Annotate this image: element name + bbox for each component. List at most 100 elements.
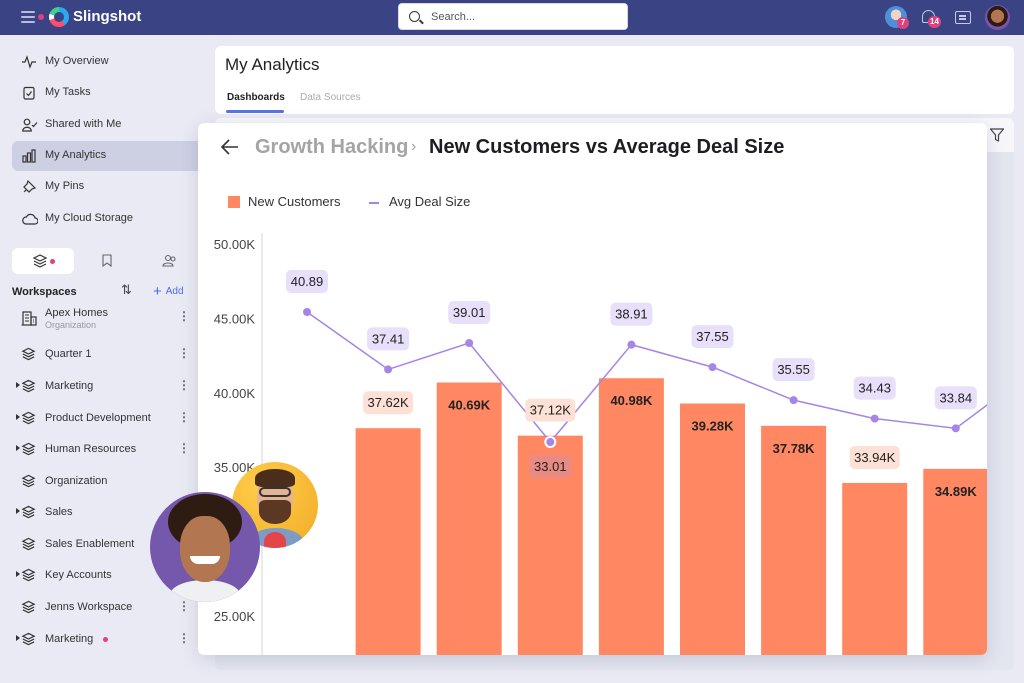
line-data-label: 35.55 bbox=[777, 362, 810, 377]
sidebar-item-label: My Tasks bbox=[45, 86, 91, 98]
point-avg-deal-size[interactable] bbox=[870, 414, 879, 423]
segment-people[interactable] bbox=[139, 248, 201, 274]
expand-caret-icon[interactable] bbox=[16, 414, 20, 420]
workspace-item-human-resources[interactable]: Human Resources ⋮ bbox=[0, 435, 200, 465]
sort-icon[interactable]: ⇅ bbox=[121, 282, 132, 298]
menu-icon[interactable] bbox=[21, 11, 35, 23]
y-tick-label: 40.00K bbox=[214, 386, 256, 401]
bar-new-customers[interactable] bbox=[761, 425, 827, 655]
workspaces-heading: Workspaces bbox=[12, 286, 77, 298]
cloud-icon bbox=[22, 212, 39, 226]
search-input[interactable]: Search... bbox=[398, 3, 628, 30]
line-data-label: 38.91 bbox=[615, 307, 648, 322]
layers-icon bbox=[21, 632, 36, 647]
more-options-icon[interactable]: ⋮ bbox=[178, 441, 190, 455]
tab-dashboards[interactable]: Dashboards bbox=[227, 92, 285, 103]
point-avg-deal-size[interactable] bbox=[627, 340, 636, 349]
workspace-label: Sales bbox=[45, 506, 73, 518]
workspace-item-quarter-1[interactable]: Quarter 1 ⋮ bbox=[0, 340, 200, 370]
more-options-icon[interactable]: ⋮ bbox=[178, 346, 190, 360]
more-options-icon[interactable]: ⋮ bbox=[178, 410, 190, 424]
page-title: My Analytics bbox=[225, 55, 320, 74]
chart-widget: Growth Hacking › New Customers vs Averag… bbox=[198, 123, 987, 655]
sidebar-item-label: My Analytics bbox=[45, 149, 107, 161]
workspace-item-apex-homes[interactable]: Apex Homes Organization ⋮ bbox=[0, 303, 200, 333]
bar-data-label: 37.78K bbox=[773, 441, 816, 456]
sidebar-item-my-analytics[interactable]: My Analytics bbox=[12, 141, 200, 171]
expand-caret-icon[interactable] bbox=[16, 571, 20, 577]
more-options-icon[interactable]: ⋮ bbox=[178, 309, 190, 323]
bar-new-customers[interactable] bbox=[355, 428, 421, 655]
expand-caret-icon[interactable] bbox=[16, 635, 20, 641]
workspace-item-product-development[interactable]: Product Development ⋮ bbox=[0, 404, 200, 434]
expand-caret-icon[interactable] bbox=[16, 382, 20, 388]
slingshot-logo-icon bbox=[49, 7, 69, 27]
sidebar-item-my-cloud-storage[interactable]: My Cloud Storage bbox=[12, 204, 200, 234]
bar-new-customers[interactable] bbox=[436, 382, 502, 655]
unread-dot bbox=[103, 637, 108, 642]
workspace-label: Human Resources bbox=[45, 443, 137, 455]
segment-workspaces[interactable] bbox=[12, 248, 74, 274]
more-options-icon[interactable]: ⋮ bbox=[178, 378, 190, 392]
y-tick-label: 25.00K bbox=[214, 609, 256, 624]
point-avg-deal-size[interactable] bbox=[465, 339, 474, 348]
more-options-icon[interactable]: ⋮ bbox=[178, 631, 190, 645]
collaborator-avatar[interactable] bbox=[150, 492, 260, 602]
point-avg-deal-size[interactable] bbox=[303, 308, 311, 316]
bar-data-label: 37.12K bbox=[530, 403, 572, 418]
chart-plot: 50.00K45.00K40.00K35.00K30.00K25.00K37.6… bbox=[214, 233, 987, 655]
sidebar-item-label: Shared with Me bbox=[45, 118, 122, 130]
filter-icon[interactable] bbox=[989, 127, 1005, 143]
point-avg-deal-size[interactable] bbox=[951, 424, 960, 433]
bar-new-customers[interactable] bbox=[680, 403, 745, 655]
bar-data-label: 34.89K bbox=[935, 484, 978, 499]
sidebar-item-my-pins[interactable]: My Pins bbox=[12, 172, 200, 202]
workspace-item-marketing[interactable]: Marketing ⋮ bbox=[0, 372, 200, 402]
chat-icon[interactable] bbox=[955, 11, 971, 24]
bar-new-customers[interactable] bbox=[598, 378, 664, 655]
page-header: My Analytics Dashboards Data Sources bbox=[215, 46, 1014, 114]
sidebar-item-my-overview[interactable]: My Overview bbox=[12, 47, 200, 77]
point-avg-deal-size[interactable] bbox=[384, 365, 393, 374]
line-data-label: 37.41 bbox=[372, 331, 405, 346]
add-workspace-button[interactable]: + Add bbox=[153, 283, 184, 300]
task-check-icon bbox=[22, 86, 36, 100]
line-data-label: 37.55 bbox=[696, 329, 729, 344]
layers-icon bbox=[21, 537, 36, 552]
segment-bookmarks[interactable] bbox=[76, 248, 138, 274]
layers-icon bbox=[21, 347, 36, 362]
add-label: Add bbox=[165, 286, 184, 297]
line-data-label: 39.01 bbox=[453, 305, 486, 320]
expand-caret-icon[interactable] bbox=[16, 445, 20, 451]
workspace-label: Organization bbox=[45, 475, 108, 487]
point-avg-deal-size[interactable] bbox=[789, 396, 798, 405]
sidebar-item-shared-with-me[interactable]: Shared with Me bbox=[12, 110, 200, 140]
bar-data-label: 40.98K bbox=[610, 393, 653, 408]
expand-caret-icon[interactable] bbox=[16, 508, 20, 514]
workspace-item-marketing[interactable]: Marketing ⋮ bbox=[0, 625, 200, 655]
bar-data-label: 37.62K bbox=[367, 395, 409, 410]
workspace-type: Organization bbox=[45, 320, 97, 330]
layers-icon bbox=[21, 411, 36, 426]
workspace-item-organization[interactable]: Organization bbox=[0, 467, 200, 497]
bell-icon[interactable]: 14 bbox=[922, 10, 941, 28]
search-placeholder: Search... bbox=[431, 11, 476, 23]
users-icon bbox=[162, 254, 176, 267]
activity-icon bbox=[22, 55, 36, 69]
tab-data-sources[interactable]: Data Sources bbox=[300, 92, 361, 103]
workspace-label: Apex Homes bbox=[45, 307, 108, 319]
assistant-avatar[interactable]: 7 bbox=[885, 6, 909, 29]
layers-icon bbox=[21, 474, 36, 489]
pin-icon bbox=[22, 179, 37, 194]
point-avg-deal-size[interactable] bbox=[708, 363, 717, 372]
search-icon bbox=[409, 11, 420, 22]
user-avatar[interactable] bbox=[985, 5, 1010, 30]
workspace-label: Product Development bbox=[45, 412, 151, 424]
workspace-label: Jenns Workspace bbox=[45, 601, 133, 613]
line-data-label: 33.84 bbox=[940, 390, 973, 405]
bar-new-customers[interactable] bbox=[842, 482, 908, 655]
point-avg-deal-size[interactable] bbox=[546, 438, 555, 447]
workspace-label: Marketing bbox=[45, 380, 94, 392]
plus-icon: + bbox=[153, 283, 162, 300]
sidebar-item-my-tasks[interactable]: My Tasks bbox=[12, 78, 200, 108]
